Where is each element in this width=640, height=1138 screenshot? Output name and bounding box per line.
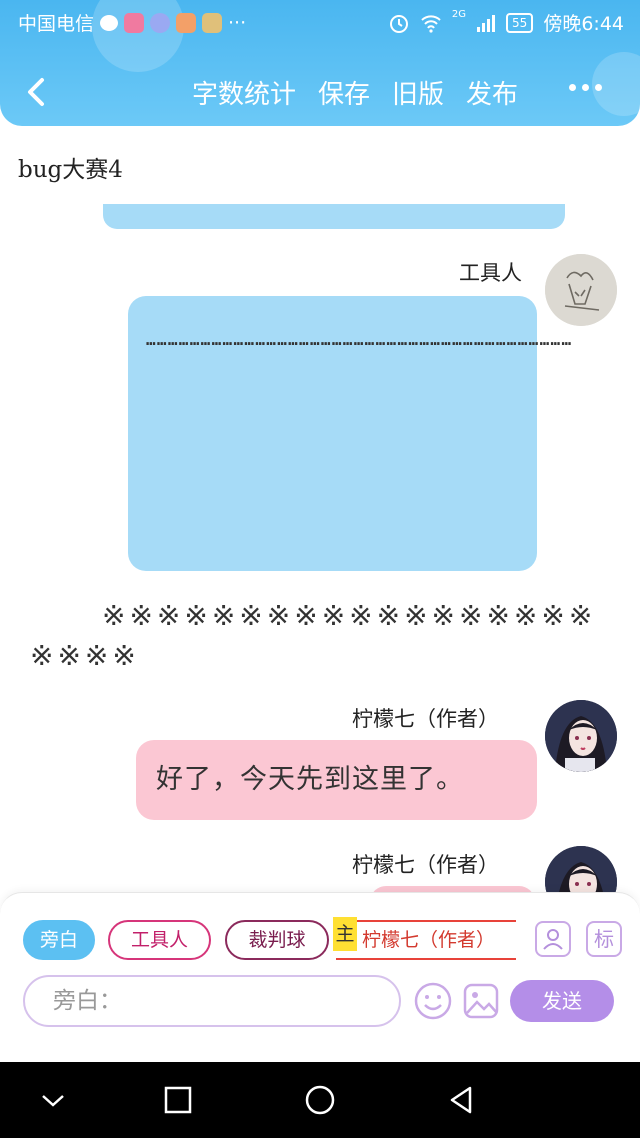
back-nav-icon[interactable] (442, 1080, 482, 1120)
more-options-icon[interactable] (569, 84, 602, 91)
previous-message-bubble[interactable] (103, 204, 565, 229)
app-icon (202, 12, 223, 33)
narration-text[interactable]: ※※※※※※※※※※※※※※※※※※※※※※ (30, 596, 610, 676)
sketch-avatar-icon (545, 254, 617, 326)
back-icon[interactable] (18, 72, 58, 112)
person-icon (543, 929, 563, 950)
avatar[interactable] (545, 254, 617, 326)
recents-icon[interactable] (158, 1080, 198, 1120)
old-version-button[interactable]: 旧版 (392, 74, 444, 111)
status-left: 中国电信 ··· (18, 9, 246, 36)
message-speaker: 工具人 (459, 261, 522, 285)
header: 中国电信 ··· 2G 55 傍晚6:44 字数统计 保存 旧版 发布 (0, 0, 640, 126)
word-count-button[interactable]: 字数统计 (192, 74, 296, 111)
message-bubble[interactable]: 好了，今天先到这里了。 (136, 740, 537, 820)
home-icon[interactable] (300, 1080, 340, 1120)
system-nav-bar (0, 1062, 640, 1138)
clock: 傍晚6:44 (543, 13, 624, 35)
role-chip-author[interactable]: 柠檬七（作者） (336, 920, 516, 960)
signal-icon (477, 14, 496, 32)
role-chip-judge[interactable]: 裁判球 (225, 920, 329, 960)
nav-bar: 字数统计 保存 旧版 发布 (0, 62, 640, 122)
save-button[interactable]: 保存 (318, 74, 370, 111)
video-icon (176, 12, 197, 33)
app-icon (124, 12, 145, 33)
message-speaker: 柠檬七（作者） (352, 707, 499, 731)
add-role-button[interactable] (535, 921, 571, 957)
toolbar-actions: 字数统计 保存 旧版 发布 (192, 74, 518, 111)
message-bubble[interactable]: ……………………………………………………………………………………………………… (128, 296, 571, 571)
image-icon[interactable] (461, 981, 501, 1021)
collapse-icon[interactable] (33, 1080, 73, 1120)
status-right: 2G 55 傍晚6:44 (388, 9, 624, 36)
more-notifications-icon: ··· (228, 11, 247, 34)
wechat-icon (100, 14, 119, 31)
battery-indicator: 55 (506, 12, 534, 33)
message-speaker: 柠檬七（作者） (352, 853, 499, 877)
music-icon (150, 12, 171, 33)
network-label: 2G (451, 9, 467, 20)
avatar[interactable] (545, 700, 617, 772)
send-button[interactable]: 发送 (510, 980, 614, 1022)
role-chip-narration[interactable]: 旁白 (23, 920, 95, 960)
alarm-icon (389, 14, 408, 33)
message-input[interactable]: 旁白： (23, 975, 401, 1027)
main-role-badge: 主 (333, 917, 357, 951)
wifi-icon (421, 14, 441, 33)
role-chip-tool[interactable]: 工具人 (108, 920, 211, 960)
compose-panel: 旁白 工具人 裁判球 柠檬七（作者） 标 旁白： 发送 (0, 892, 640, 1064)
status-bar: 中国电信 ··· 2G 55 傍晚6:44 (0, 0, 640, 44)
emoji-icon[interactable] (413, 981, 453, 1021)
document-title: bug大赛4 (18, 157, 123, 183)
publish-button[interactable]: 发布 (466, 74, 518, 111)
anime-avatar-icon (545, 700, 617, 772)
tag-button[interactable]: 标 (586, 921, 622, 957)
carrier-label: 中国电信 (18, 13, 95, 35)
